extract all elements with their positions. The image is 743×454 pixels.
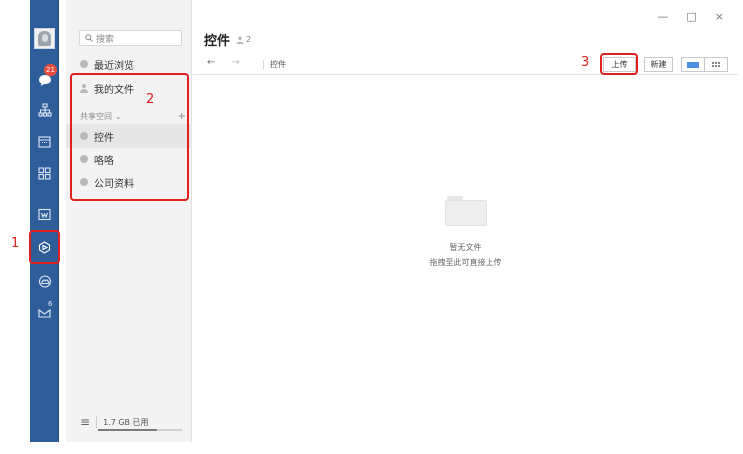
annotation-number-1: 1: [11, 236, 20, 251]
sidebar-item-label: 最近浏览: [94, 60, 134, 72]
close-button[interactable]: ×: [715, 10, 724, 23]
back-arrow-icon[interactable]: ←: [207, 57, 215, 68]
annotation-number-2: 2: [146, 92, 155, 107]
highlight-box-2: [70, 73, 189, 201]
grid-view-button[interactable]: [704, 57, 728, 72]
member-count[interactable]: 2: [236, 35, 251, 44]
doc-rail-button[interactable]: [30, 201, 59, 227]
empty-state: 暂无文件 拖拽至此可直接上传: [193, 196, 738, 268]
chat-badge: 21: [44, 64, 57, 76]
calendar-rail-button[interactable]: [30, 128, 59, 154]
forward-arrow-icon[interactable]: →: [231, 57, 239, 68]
menu-icon[interactable]: ≡: [80, 415, 90, 429]
empty-title: 暂无文件: [449, 243, 482, 252]
chat-rail-button[interactable]: 21: [30, 64, 59, 93]
mail-count: 6: [48, 300, 53, 308]
new-button[interactable]: 新建: [644, 57, 673, 72]
file-sidebar: 搜索 最近浏览 我的文件 共享空间 ⌄ + 控件 咯咯 公司资料 ≡ 1.7 G…: [66, 0, 192, 442]
window-controls: — □ ×: [657, 10, 724, 23]
maximize-button[interactable]: □: [686, 10, 696, 23]
app-rail: 21 6: [30, 0, 59, 442]
cloud-rail-button[interactable]: [30, 268, 59, 294]
search-placeholder: 搜索: [96, 34, 115, 45]
highlight-box-1: [29, 230, 60, 264]
grid-view-icon: [712, 62, 720, 67]
list-view-button[interactable]: [681, 57, 705, 72]
members-icon: [236, 36, 244, 44]
minimize-button[interactable]: —: [657, 10, 668, 23]
breadcrumb-item[interactable]: 控件: [270, 59, 286, 70]
main-panel: — □ × 控件 2 ← → 控件 上传 新建 暂无文件 拖拽至此可直接上传: [193, 0, 738, 442]
mail-rail-button[interactable]: 6: [30, 299, 59, 325]
page-title: 控件: [204, 34, 231, 49]
page-title-row: 控件 2: [204, 30, 251, 49]
clock-icon: [80, 60, 88, 68]
empty-folder-icon: [444, 196, 487, 226]
apps-rail-button[interactable]: [30, 160, 59, 186]
highlight-box-3: [600, 53, 638, 75]
calendar-icon: [38, 135, 51, 148]
empty-hint: 拖拽至此可直接上传: [429, 258, 502, 267]
storage-used: 1.7 GB 已用: [103, 417, 149, 427]
toolbar: ← → 控件 上传 新建: [193, 55, 738, 75]
storage-bar: [98, 429, 182, 431]
org-rail-button[interactable]: [30, 97, 59, 123]
list-view-icon: [687, 61, 699, 68]
apps-grid-icon: [38, 166, 51, 180]
search-icon: [85, 34, 93, 42]
member-count-value: 2: [246, 35, 252, 44]
search-input[interactable]: 搜索: [79, 30, 182, 46]
app-window: 21 6 搜索 最近浏览 我的文件 共享空间 ⌄ + 控件 咯咯 公司资料 ≡ …: [0, 0, 743, 454]
cloud-icon: [38, 274, 51, 288]
storage-status: ≡ 1.7 GB 已用: [80, 414, 186, 431]
nav-buttons: ← →: [207, 57, 240, 68]
org-chart-icon: [37, 103, 52, 117]
annotation-number-3: 3: [581, 55, 590, 70]
avatar[interactable]: [34, 28, 55, 49]
breadcrumb: 控件: [263, 59, 286, 70]
document-icon: [38, 208, 51, 220]
